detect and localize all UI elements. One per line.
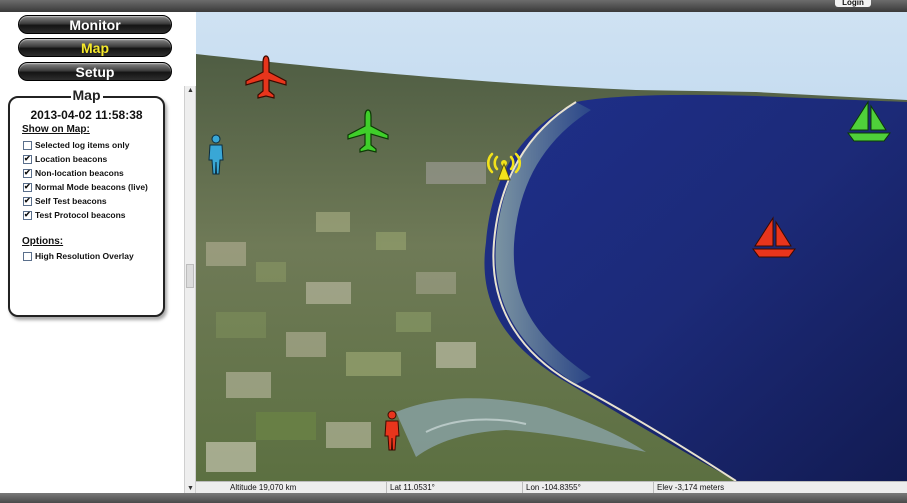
map-button[interactable]: Map — [18, 38, 172, 57]
checkbox-location-beacons[interactable]: Location beacons — [23, 153, 107, 165]
top-bar: Login — [0, 0, 907, 12]
checkbox-label: Normal Mode beacons (live) — [35, 182, 148, 192]
panel-datetime: 2013-04-02 11:58:38 — [30, 108, 143, 122]
airplane-icon[interactable] — [244, 54, 288, 100]
checkbox-label: Selected log items only — [35, 140, 130, 150]
monitor-button[interactable]: Monitor — [18, 15, 172, 34]
map-view[interactable] — [196, 12, 907, 481]
longitude-readout: Lon -104.8355° — [522, 482, 581, 493]
checkbox-selected-log-items[interactable]: Selected log items only — [23, 139, 129, 151]
radio-beacon-icon[interactable] — [484, 148, 524, 182]
checkbox-self-test-beacons[interactable]: Self Test beacons — [23, 195, 107, 207]
login-button[interactable]: Login — [835, 0, 871, 7]
bottom-bar — [0, 493, 907, 503]
checkbox-box[interactable] — [23, 168, 32, 178]
panel-title: Map — [70, 87, 103, 103]
checkbox-box[interactable] — [23, 182, 32, 192]
checkbox-label: Test Protocol beacons — [35, 210, 126, 220]
setup-button[interactable]: Setup — [18, 62, 172, 81]
altitude-readout: Altitude 19,070 km — [230, 483, 297, 492]
map-options-panel: Map 2013-04-02 11:58:38 Show on Map: Sel… — [8, 87, 165, 317]
checkbox-box[interactable] — [23, 210, 32, 220]
checkbox-test-protocol-beacons[interactable]: Test Protocol beacons — [23, 209, 126, 221]
checkbox-box[interactable] — [23, 196, 32, 206]
map-status-bar: Altitude 19,070 km Lat 11.0531° Lon -104… — [196, 481, 907, 493]
show-on-map-heading: Show on Map: — [22, 124, 90, 135]
checkbox-label: Location beacons — [35, 154, 108, 164]
person-icon[interactable] — [206, 134, 226, 176]
sailboat-icon[interactable] — [751, 216, 797, 260]
checkbox-high-resolution-overlay[interactable]: High Resolution Overlay — [23, 250, 134, 262]
checkbox-box[interactable] — [23, 251, 32, 261]
checkbox-box[interactable] — [23, 140, 32, 150]
elevation-readout: Elev -3,174 meters — [653, 482, 724, 493]
map-scrollbar[interactable]: ▲ ▼ — [184, 86, 196, 493]
checkbox-label: High Resolution Overlay — [35, 251, 134, 261]
airplane-icon[interactable] — [346, 108, 390, 154]
scroll-down-arrow-icon[interactable]: ▼ — [187, 485, 194, 492]
checkbox-normal-mode-beacons[interactable]: Normal Mode beacons (live) — [23, 181, 148, 193]
checkbox-box[interactable] — [23, 154, 32, 164]
latitude-readout: Lat 11.0531° — [386, 482, 435, 493]
options-heading: Options: — [22, 236, 64, 247]
sailboat-icon[interactable] — [846, 100, 892, 144]
checkbox-label: Self Test beacons — [35, 196, 107, 206]
person-icon[interactable] — [382, 410, 402, 452]
satellite-terrain — [196, 12, 907, 481]
checkbox-non-location-beacons[interactable]: Non-location beacons — [23, 167, 124, 179]
checkbox-label: Non-location beacons — [35, 168, 124, 178]
scrollbar-thumb[interactable] — [186, 264, 194, 288]
scroll-up-arrow-icon[interactable]: ▲ — [187, 87, 194, 94]
